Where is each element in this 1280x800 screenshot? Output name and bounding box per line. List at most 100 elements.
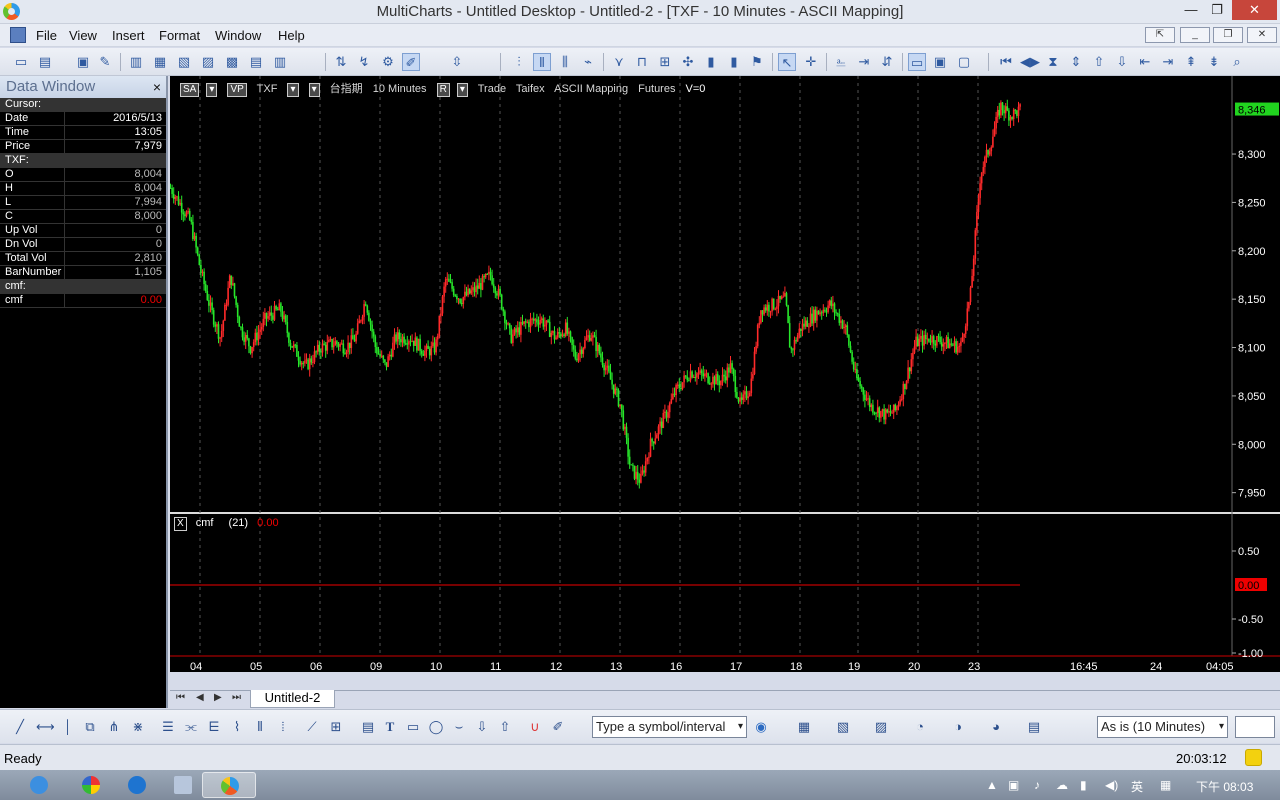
last-sheet-icon[interactable]: ⏭ [232,692,241,703]
new-scanner-icon[interactable]: ▦ [151,53,169,71]
vertical-line-icon[interactable]: │ [60,719,76,735]
new-icon[interactable]: ▭ [12,53,30,71]
trendline-icon[interactable]: ╱ [12,719,28,735]
kagi-icon[interactable]: ⊓ [633,53,651,71]
minute-chart-icon[interactable]: ◑ [950,719,966,735]
fib-arc-icon[interactable]: ⌇ [229,719,245,735]
arrow-down-tool-icon[interactable]: ⇩ [474,719,490,735]
save-icon[interactable]: ▣ [74,53,92,71]
menu-view[interactable]: View [69,28,97,43]
window-manage-icon[interactable]: ▢ [955,53,973,71]
connection-status-icon[interactable] [1245,749,1262,766]
tray-ime[interactable]: 英 [1131,778,1143,795]
drawing-mode-icon[interactable]: ✐ [402,53,420,71]
fib-retracement-icon[interactable]: ☰ [160,719,176,735]
mdi-minimize-button[interactable]: _ [1180,27,1210,43]
text-tool-icon[interactable]: T [382,719,398,735]
gann-fan-icon[interactable]: ⋇ [130,719,146,735]
flag-icon[interactable]: ⚑ [748,53,766,71]
volume-chart-icon[interactable]: ▧ [835,719,851,735]
volume-icon[interactable]: ▮ [725,53,743,71]
shift-right-icon[interactable]: ⇥ [1159,53,1177,71]
crosshair-icon[interactable]: ✛ [802,53,820,71]
start-button[interactable] [12,772,66,798]
channel-icon[interactable]: ⧉ [82,719,98,735]
day-chart-icon[interactable]: ▤ [1026,719,1042,735]
menu-file[interactable]: File [36,28,57,43]
insert-study-icon[interactable]: ⇅ [332,53,350,71]
fit-icon[interactable]: ⇟ [1205,53,1223,71]
compress-icon[interactable]: ⧗ [1044,53,1062,71]
first-sheet-icon[interactable]: ⏮ [176,692,185,703]
hour-chart-icon[interactable]: ◕ [988,719,1004,735]
menu-insert[interactable]: Insert [112,28,145,43]
hlc-bar-icon[interactable]: ⫼ [556,53,574,71]
open-folder-icon[interactable]: ▤ [36,53,54,71]
tray-network-icon[interactable]: ▮ [1080,778,1087,792]
grid-icon[interactable]: ⊞ [328,719,344,735]
horizontal-line-icon[interactable]: ⟷ [36,719,55,735]
fib-time-icon[interactable]: ⦀ [252,719,268,735]
range-chart-icon[interactable]: ▨ [873,719,889,735]
restore-scale-icon[interactable]: ⇞ [1182,53,1200,71]
point-figure-icon[interactable]: ⋎ [610,53,628,71]
arrow-down-icon[interactable]: ⇩ [1113,53,1131,71]
fib-extension-icon[interactable]: ⫘ [183,719,199,735]
chart-interval[interactable]: 10 Minutes [373,83,427,95]
scroll-left-icon[interactable]: ⏮ [997,53,1015,71]
r-dropdown-icon[interactable]: ▾ [456,83,468,97]
close-icon[interactable]: × [153,76,161,98]
cross-icon[interactable]: ✣ [679,53,697,71]
new-matrix-icon[interactable]: ▩ [223,53,241,71]
menu-help[interactable]: Help [278,28,305,43]
expand-icon[interactable]: ◀▶ [1020,53,1040,71]
split-icon[interactable]: ⇵ [878,53,896,71]
ohlc-bar-icon[interactable]: ⫶ [510,53,528,71]
regression-icon[interactable]: ⟋ [304,719,320,735]
note-icon[interactable]: ▤ [360,719,376,735]
tray-cloud-icon[interactable]: ☁ [1056,778,1068,792]
cycle-lines-icon[interactable]: ⦙ [275,719,291,735]
pointer-icon[interactable]: ↖ [778,53,796,71]
tray-monitor-icon[interactable]: ▣ [1008,778,1019,792]
menu-window[interactable]: Window [215,28,261,43]
next-sheet-icon[interactable]: ▶ [214,692,222,703]
screenshot-icon[interactable]: ▣ [931,53,949,71]
ellipse-icon[interactable]: ◯ [428,719,444,735]
mdi-restore-button[interactable]: ❐ [1213,27,1243,43]
magnet-icon[interactable]: ∪ [527,719,543,735]
resolution-select[interactable]: As is (10 Minutes) ▾ [1097,716,1228,738]
zoom-icon[interactable]: ⌕ [1228,53,1246,71]
tray-volume-icon[interactable]: ◀) [1105,778,1118,792]
minimize-button[interactable]: — [1178,0,1204,20]
go-icon[interactable]: ◉ [753,719,769,735]
new-window-icon[interactable]: ▤ [247,53,265,71]
arc-icon[interactable]: ⌣ [451,719,467,735]
indicator-close-icon[interactable]: X [174,517,187,531]
pitchfork-icon[interactable]: ⋔ [106,719,122,735]
rectangle-icon[interactable]: ▭ [405,719,421,735]
format-icon[interactable]: ⚙ [379,53,397,71]
edit-icon[interactable]: ✎ [96,53,114,71]
tray-expand-icon[interactable]: ▲ [986,778,998,792]
shift-left-icon[interactable]: ⇤ [1136,53,1154,71]
tray-sound-icon[interactable]: ♪ [1034,778,1040,792]
fib-fan-icon[interactable]: ⋿ [206,719,222,735]
mdi-close-button[interactable]: ✕ [1247,27,1277,43]
arrow-up-icon[interactable]: ⇧ [1090,53,1108,71]
new-portfolio-icon[interactable]: ▥ [271,53,289,71]
sa-chip[interactable]: SA [180,83,200,97]
resolution-dropdown-arrow-icon[interactable]: ▾ [1219,717,1224,737]
mdi-float-button[interactable]: ⇱ [1145,27,1175,43]
layout-icon[interactable]: ▭ [908,53,926,71]
price-chart[interactable]: 04 05 06 09 10 11 12 13 16 17 18 19 20 23 16:45 24 04:05… [170,76,1280,672]
eraser-icon[interactable]: ✐ [550,719,566,735]
chart-symbol[interactable]: TXF [257,83,278,95]
restore-button[interactable]: ❐ [1204,0,1230,20]
chart-panel[interactable]: 04 05 06 09 10 11 12 13 16 17 18 19 20 23 16:45 24 04:05… [170,76,1280,672]
chart-r-chip[interactable]: R [436,83,450,97]
align-icon[interactable]: ⇥ [855,53,873,71]
tray-keyboard-icon[interactable]: ▦ [1160,778,1171,792]
new-chart-icon[interactable]: ▥ [127,53,145,71]
menu-format[interactable]: Format [159,28,200,43]
